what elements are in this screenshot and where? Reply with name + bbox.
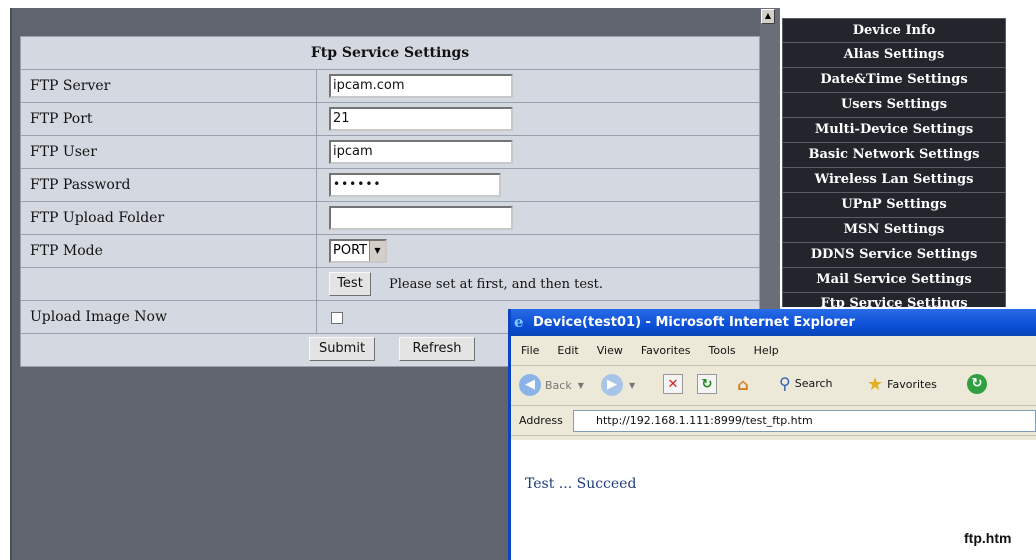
refresh-icon: ↻: [697, 374, 717, 394]
ftp-user-row: FTP User ipcam: [21, 136, 759, 169]
favorites-label: Favorites: [887, 378, 937, 391]
ie-content-area: Test ... Succeed: [511, 440, 1036, 560]
ftp-upload-folder-label: FTP Upload Folder: [21, 202, 317, 234]
forward-arrow-icon: ▶: [601, 374, 623, 396]
ie-window-title: Device(test01) - Microsoft Internet Expl…: [533, 315, 855, 330]
menu-tools[interactable]: Tools: [709, 344, 736, 357]
image-caption: ftp.htm: [964, 530, 1012, 546]
menu-item-msn-settings[interactable]: MSN Settings: [782, 218, 1006, 243]
ftp-password-input[interactable]: ••••••: [329, 173, 501, 197]
ie-menu-bar: File Edit View Favorites Tools Help: [511, 336, 1036, 366]
media-icon: ↻: [967, 374, 987, 394]
ftp-server-row: FTP Server ipcam.com: [21, 70, 759, 103]
refresh-page-button[interactable]: ↻: [697, 374, 717, 394]
test-result-text: Test ... Succeed: [525, 476, 637, 492]
media-button[interactable]: ↻: [967, 374, 987, 394]
ie-title-bar[interactable]: e Device(test01) - Microsoft Internet Ex…: [511, 309, 1036, 336]
ie-logo-icon: e: [514, 313, 524, 331]
upload-image-label: Upload Image Now: [21, 301, 317, 333]
search-label: Search: [794, 377, 833, 390]
menu-edit[interactable]: Edit: [557, 344, 578, 357]
ftp-mode-select[interactable]: PORT ▼: [329, 239, 387, 263]
ftp-user-input[interactable]: ipcam: [329, 140, 513, 164]
ie-toolbar: ◀ Back ▼ ▶ ▼ ✕ ↻ ⌂ ⚲ Search ★ Favorites …: [511, 366, 1036, 406]
menu-item-ddns-service-settings[interactable]: DDNS Service Settings: [782, 243, 1006, 268]
menu-item-ftp-service-settings[interactable]: Ftp Service Settings: [782, 293, 1006, 307]
menu-item-users-settings[interactable]: Users Settings: [782, 93, 1006, 118]
menu-item-alias-settings[interactable]: Alias Settings: [782, 43, 1006, 68]
test-button[interactable]: Test: [329, 272, 371, 296]
ftp-test-row: Test Please set at first, and then test.: [21, 268, 759, 301]
ftp-port-input[interactable]: 21: [329, 107, 513, 131]
test-hint: Please set at first, and then test.: [389, 277, 604, 292]
ftp-mode-label: FTP Mode: [21, 235, 317, 267]
menu-item-date-time-settings[interactable]: Date&Time Settings: [782, 68, 1006, 93]
menu-help[interactable]: Help: [754, 344, 779, 357]
ftp-port-label: FTP Port: [21, 103, 317, 135]
home-icon: ⌂: [737, 375, 749, 394]
address-input[interactable]: http://192.168.1.111:8999/test_ftp.htm: [573, 410, 1036, 432]
dropdown-arrow-icon[interactable]: ▼: [369, 241, 385, 261]
ftp-mode-value: PORT: [333, 243, 368, 258]
scroll-up-arrow-icon[interactable]: ▲: [761, 9, 775, 24]
forward-button[interactable]: ▶ ▼: [601, 374, 635, 396]
menu-item-device-info[interactable]: Device Info: [782, 18, 1006, 43]
back-label: Back: [545, 378, 572, 392]
search-button[interactable]: ⚲ Search: [779, 374, 833, 393]
favorites-button[interactable]: ★ Favorites: [867, 374, 937, 395]
stop-icon: ✕: [663, 374, 683, 394]
menu-file[interactable]: File: [521, 344, 539, 357]
favorites-star-icon: ★: [867, 374, 884, 395]
back-arrow-icon: ◀: [519, 374, 541, 396]
home-button[interactable]: ⌂: [733, 374, 753, 394]
panel-title: Ftp Service Settings: [21, 37, 759, 70]
ftp-port-row: FTP Port 21: [21, 103, 759, 136]
upload-image-checkbox[interactable]: [331, 312, 343, 324]
empty-label-cell: [21, 268, 317, 300]
menu-view[interactable]: View: [597, 344, 623, 357]
menu-item-basic-network-settings[interactable]: Basic Network Settings: [782, 143, 1006, 168]
forward-dropdown-icon[interactable]: ▼: [629, 381, 635, 390]
stop-button[interactable]: ✕: [663, 374, 683, 394]
ftp-password-row: FTP Password ••••••: [21, 169, 759, 202]
refresh-button[interactable]: Refresh: [399, 337, 475, 361]
address-label: Address: [519, 414, 563, 427]
menu-item-multi-device-settings[interactable]: Multi-Device Settings: [782, 118, 1006, 143]
menu-favorites[interactable]: Favorites: [641, 344, 691, 357]
search-icon: ⚲: [779, 374, 791, 393]
menu-item-wireless-lan-settings[interactable]: Wireless Lan Settings: [782, 168, 1006, 193]
settings-menu: Device Info Alias Settings Date&Time Set…: [782, 18, 1006, 307]
ftp-password-label: FTP Password: [21, 169, 317, 201]
ie-popup-window: e Device(test01) - Microsoft Internet Ex…: [508, 309, 1036, 560]
submit-button[interactable]: Submit: [309, 337, 375, 361]
ftp-user-label: FTP User: [21, 136, 317, 168]
back-button[interactable]: ◀ Back ▼: [519, 374, 584, 396]
menu-item-mail-service-settings[interactable]: Mail Service Settings: [782, 268, 1006, 293]
ftp-server-input[interactable]: ipcam.com: [329, 74, 513, 98]
back-dropdown-icon[interactable]: ▼: [578, 381, 584, 390]
menu-item-upnp-settings[interactable]: UPnP Settings: [782, 193, 1006, 218]
ftp-upload-folder-input[interactable]: [329, 206, 513, 230]
ie-address-bar: Address http://192.168.1.111:8999/test_f…: [511, 406, 1036, 436]
ftp-server-label: FTP Server: [21, 70, 317, 102]
ftp-mode-row: FTP Mode PORT ▼: [21, 235, 759, 268]
ftp-upload-folder-row: FTP Upload Folder: [21, 202, 759, 235]
